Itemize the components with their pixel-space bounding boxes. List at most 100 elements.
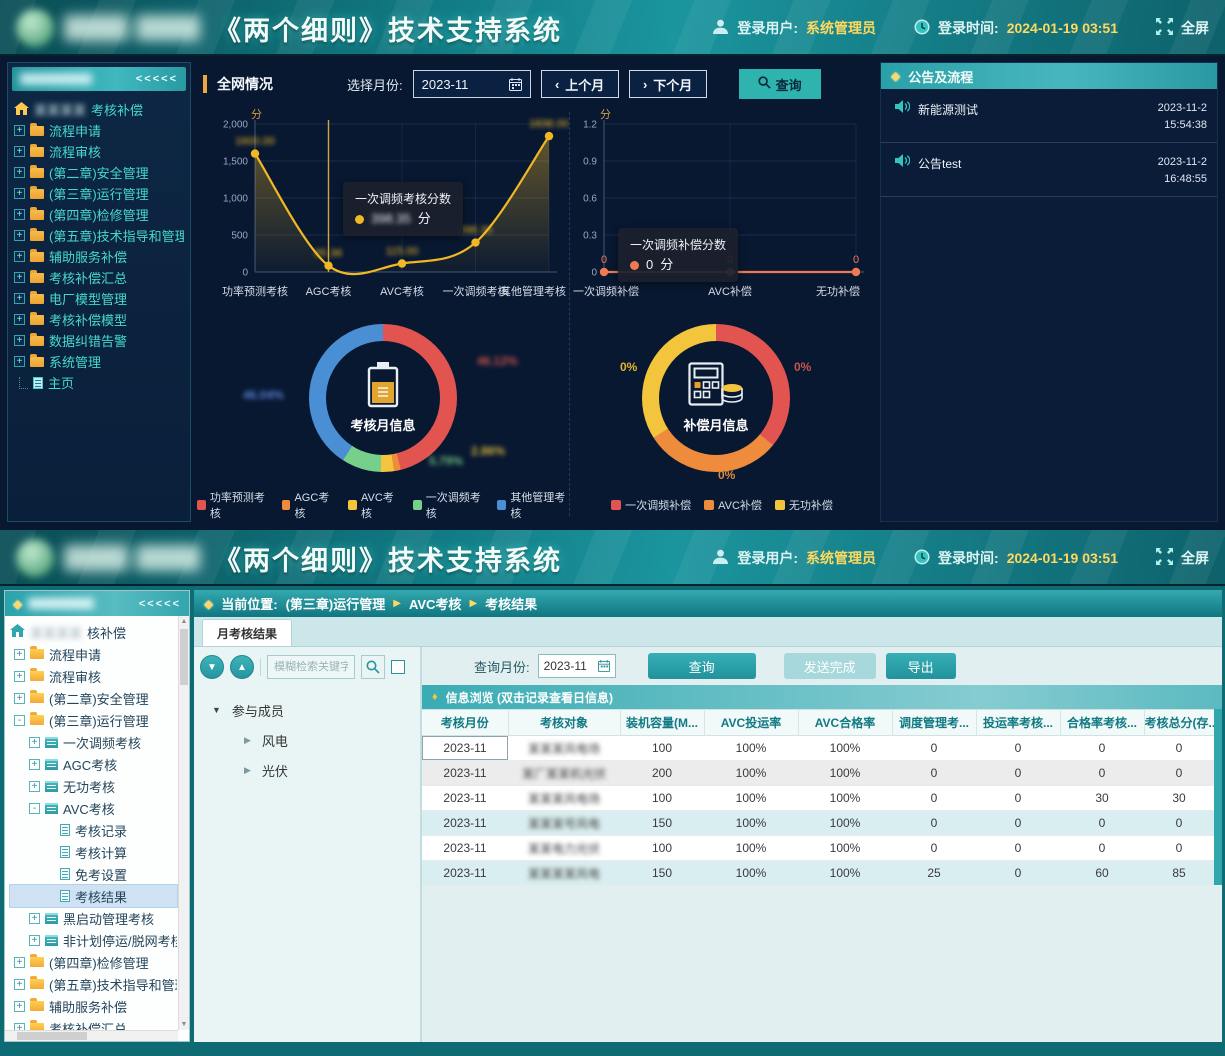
- members-item-风电[interactable]: ▶风电: [200, 725, 414, 755]
- expand-icon[interactable]: +: [14, 957, 25, 968]
- expand-icon[interactable]: +: [14, 146, 25, 157]
- sidebar-root[interactable]: 某某某某 考核补偿: [14, 99, 184, 120]
- collapse-all-button[interactable]: ▼: [200, 655, 224, 679]
- sidebar-item[interactable]: +辅助服务补偿: [10, 995, 177, 1017]
- expand-icon[interactable]: +: [14, 979, 25, 990]
- sidebar-item[interactable]: +(第三章)运行管理: [14, 183, 184, 204]
- calendar-icon[interactable]: [509, 78, 522, 91]
- expand-icon[interactable]: +: [14, 693, 25, 704]
- export-button[interactable]: 导出: [886, 653, 956, 679]
- expand-icon[interactable]: +: [14, 649, 25, 660]
- expand-icon[interactable]: +: [29, 913, 40, 924]
- sidebar-item[interactable]: +一次调频考核: [10, 731, 177, 753]
- sidebar-item[interactable]: +辅助服务补偿: [14, 246, 184, 267]
- column-header[interactable]: 装机容量(M...: [620, 710, 704, 736]
- query-button[interactable]: 查询: [648, 653, 756, 679]
- expand-icon[interactable]: +: [14, 251, 25, 262]
- expand-all-button[interactable]: ▲: [230, 655, 254, 679]
- sidebar-item[interactable]: +系统管理: [14, 351, 184, 372]
- expand-icon[interactable]: +: [14, 293, 25, 304]
- fullscreen-label[interactable]: 全屏: [1181, 18, 1209, 38]
- sidebar-item[interactable]: +考核补偿汇总: [14, 267, 184, 288]
- sidebar-item[interactable]: +(第二章)安全管理: [10, 687, 177, 709]
- expand-icon[interactable]: +: [29, 781, 40, 792]
- expand-icon[interactable]: +: [14, 1001, 25, 1012]
- expand-icon[interactable]: +: [14, 671, 25, 682]
- chevron-down-icon[interactable]: ▼: [212, 705, 221, 715]
- breadcrumb-part[interactable]: 考核结果: [485, 594, 537, 613]
- expand-icon[interactable]: +: [14, 314, 25, 325]
- vertical-scrollbar[interactable]: ▲▼: [178, 616, 189, 1030]
- members-item-光伏[interactable]: ▶光伏: [200, 755, 414, 785]
- next-month-button[interactable]: ›下个月: [629, 70, 707, 98]
- sidebar-item[interactable]: +数据纠错告警: [14, 330, 184, 351]
- sidebar-header[interactable]: ◆ <<<<<: [5, 591, 189, 616]
- sidebar-item[interactable]: 考核记录: [10, 819, 177, 841]
- calendar-icon[interactable]: [598, 660, 610, 672]
- expand-icon[interactable]: +: [14, 188, 25, 199]
- column-header[interactable]: 考核对象: [508, 710, 620, 736]
- sidebar-item[interactable]: +(第二章)安全管理: [14, 162, 184, 183]
- sidebar-item[interactable]: +AGC考核: [10, 753, 177, 775]
- fullscreen-label[interactable]: 全屏: [1181, 548, 1209, 568]
- sidebar-item[interactable]: +流程审核: [10, 665, 177, 687]
- sidebar-item[interactable]: +黑启动管理考核: [10, 907, 177, 929]
- sidebar-item[interactable]: -(第三章)运行管理: [10, 709, 177, 731]
- expand-icon[interactable]: -: [14, 715, 25, 726]
- column-header[interactable]: 调度管理考...: [892, 710, 976, 736]
- expand-icon[interactable]: +: [14, 356, 25, 367]
- search-input[interactable]: [267, 655, 355, 679]
- sidebar-item[interactable]: +(第五章)技术指导和管理: [14, 225, 184, 246]
- sidebar-item[interactable]: -AVC考核: [10, 797, 177, 819]
- sidebar-item[interactable]: +(第五章)技术指导和管理: [10, 973, 177, 995]
- expand-icon[interactable]: +: [14, 335, 25, 346]
- sidebar-item[interactable]: +流程审核: [14, 141, 184, 162]
- column-header[interactable]: 考核月份: [422, 710, 508, 736]
- sidebar-item[interactable]: +无功考核: [10, 775, 177, 797]
- query-button[interactable]: 查询: [739, 69, 821, 99]
- month-picker[interactable]: 2023-11: [413, 70, 531, 98]
- column-header[interactable]: AVC合格率: [798, 710, 892, 736]
- fullscreen-icon[interactable]: [1156, 548, 1173, 568]
- table-row[interactable]: 2023-11某某电力光伏100100%100%0000: [422, 836, 1214, 861]
- breadcrumb-part[interactable]: AVC考核: [409, 594, 461, 613]
- expand-icon[interactable]: +: [14, 230, 25, 241]
- legend-item[interactable]: 无功补偿: [775, 497, 833, 513]
- expand-icon[interactable]: +: [29, 935, 40, 946]
- search-icon[interactable]: [361, 655, 385, 679]
- sidebar-item[interactable]: +流程申请: [14, 120, 184, 141]
- table-scrollbar[interactable]: [1214, 709, 1222, 885]
- column-header[interactable]: AVC投运率: [704, 710, 798, 736]
- breadcrumb-part[interactable]: (第三章)运行管理: [286, 594, 386, 613]
- select-checkbox[interactable]: [391, 660, 405, 674]
- expand-icon[interactable]: +: [14, 125, 25, 136]
- expand-icon[interactable]: +: [29, 759, 40, 770]
- legend-item[interactable]: 一次调频补偿: [611, 497, 691, 513]
- query-month-picker[interactable]: 2023-11: [538, 654, 616, 678]
- legend-item[interactable]: AVC补偿: [704, 497, 762, 513]
- expand-icon[interactable]: +: [14, 209, 25, 220]
- sidebar-item[interactable]: 考核结果: [10, 885, 177, 907]
- table-row[interactable]: 2023-11某某某某风电150100%100%2506085: [422, 861, 1214, 886]
- table-row[interactable]: 2023-11某某某风电场100100%100%003030: [422, 786, 1214, 811]
- collapse-arrows-icon[interactable]: <<<<<: [136, 73, 178, 85]
- table-row[interactable]: 2023-11某某某风电场100100%100%0000: [422, 736, 1214, 761]
- tab-month-results[interactable]: 月考核结果: [202, 619, 292, 646]
- sidebar-item[interactable]: 考核计算: [10, 841, 177, 863]
- table-row[interactable]: 2023-11某某某号风电150100%100%0000: [422, 811, 1214, 836]
- sidebar-item[interactable]: +电厂模型管理: [14, 288, 184, 309]
- horizontal-scrollbar[interactable]: [5, 1030, 178, 1041]
- chevron-right-icon[interactable]: ▶: [244, 735, 251, 746]
- column-header[interactable]: 考核总分(存...: [1144, 710, 1214, 736]
- prev-month-button[interactable]: ‹上个月: [541, 70, 619, 98]
- announcement-item[interactable]: 公告test2023-11-216:48:55: [881, 143, 1217, 197]
- sidebar-header[interactable]: <<<<<: [12, 67, 186, 91]
- chevron-right-icon[interactable]: ▶: [244, 765, 251, 776]
- members-root[interactable]: ▼参与成员: [200, 695, 414, 725]
- announcement-item[interactable]: 新能源测试2023-11-215:54:38: [881, 89, 1217, 143]
- column-header[interactable]: 投运率考核...: [976, 710, 1060, 736]
- sidebar-item[interactable]: +考核补偿模型: [14, 309, 184, 330]
- sidebar-item-home-page[interactable]: 主页: [14, 372, 184, 393]
- expand-icon[interactable]: +: [29, 737, 40, 748]
- sidebar-item[interactable]: +流程申请: [10, 643, 177, 665]
